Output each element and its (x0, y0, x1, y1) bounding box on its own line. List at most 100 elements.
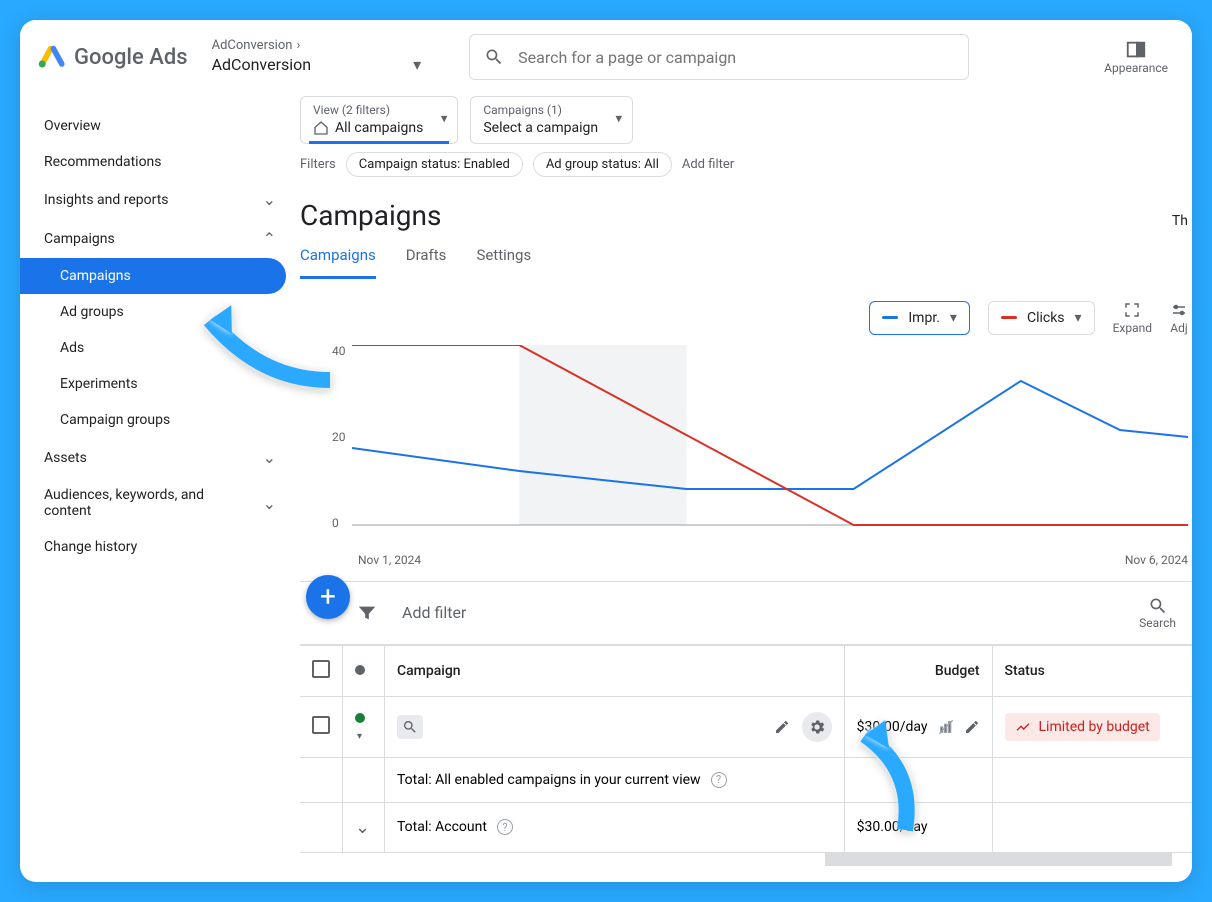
settings-gear[interactable] (802, 712, 832, 742)
col-status[interactable]: Status (992, 645, 1192, 696)
swatch-red (1001, 316, 1017, 319)
google-ads-icon (38, 43, 66, 71)
adjust-icon (1170, 301, 1188, 319)
table-row[interactable]: ▾ (300, 696, 1192, 757)
swatch-blue (882, 316, 898, 319)
expand-button[interactable]: Expand (1113, 301, 1152, 335)
tab-settings[interactable]: Settings (476, 246, 531, 279)
search-input[interactable] (516, 47, 954, 68)
sidebar-item-audiences[interactable]: Audiences, keywords, and content ⌄ (20, 477, 300, 529)
view-selector[interactable]: View (2 filters) All campaigns ▾ (300, 96, 458, 144)
col-campaign[interactable]: Campaign (385, 645, 845, 696)
clipped-text: Th (1172, 213, 1192, 229)
sidebar-sub-campaigns[interactable]: Campaigns (20, 258, 286, 294)
sidebar-sub-ads[interactable]: Ads (20, 330, 300, 366)
product-logo: Google Ads (38, 43, 188, 71)
table-search[interactable]: Search (1139, 596, 1176, 630)
status-badge[interactable]: Limited by budget (1005, 713, 1160, 741)
sidebar-sub-ad-groups[interactable]: Ad groups (20, 294, 300, 330)
status-text: Limited by budget (1039, 719, 1150, 735)
table-search-label: Search (1139, 616, 1176, 630)
total-account-budget: $30.00/day (857, 819, 928, 835)
expand-icon (1123, 301, 1141, 319)
view-row: View (2 filters) All campaigns ▾ Campaig… (300, 96, 1192, 152)
pencil-icon[interactable] (964, 719, 980, 735)
caret-down-icon: ▾ (357, 731, 362, 742)
trend-icon (1015, 719, 1031, 735)
sidebar-item-insights[interactable]: Insights and reports ⌄ (20, 180, 300, 219)
account-breadcrumb: AdConversion (212, 38, 293, 54)
view-selector-label: View (2 filters) (313, 103, 423, 119)
caret-down-icon: ▾ (616, 111, 623, 128)
campaign-selector[interactable]: Campaigns (1) Select a campaign ▾ (470, 96, 633, 144)
chevron-down-icon[interactable]: ⌄ (355, 817, 370, 838)
chevron-down-icon: ⌄ (263, 494, 276, 513)
campaign-name-redacted (433, 716, 764, 738)
campaign-selector-label: Campaigns (1) (483, 103, 598, 119)
line-chart: 40 20 0 (300, 345, 1192, 545)
search-icon (1148, 596, 1168, 616)
filters-row: Filters Campaign status: Enabled Ad grou… (300, 152, 1192, 191)
chart-off-icon[interactable] (938, 719, 954, 735)
topbar: Google Ads AdConversion › AdConversion ▾… (20, 20, 1192, 90)
table-add-filter[interactable]: Add filter (402, 603, 466, 622)
add-filter-link[interactable]: Add filter (682, 157, 734, 172)
adjust-button[interactable]: Adj (1170, 301, 1188, 335)
filter-pill-status[interactable]: Campaign status: Enabled (346, 152, 523, 177)
account-name: AdConversion (212, 55, 312, 74)
pencil-icon[interactable] (774, 719, 790, 735)
caret-down-icon: ▾ (1075, 310, 1082, 326)
appearance-label: Appearance (1104, 61, 1168, 75)
caret-down-icon: ▾ (441, 111, 448, 128)
search-box[interactable] (469, 34, 969, 80)
total-account-label: Total: Account (397, 819, 487, 835)
gear-icon (808, 718, 826, 736)
sidebar-sub-campaign-groups[interactable]: Campaign groups (20, 402, 300, 438)
x-end: Nov 6, 2024 (1125, 553, 1188, 567)
chart-x-labels: Nov 1, 2024 Nov 6, 2024 (358, 553, 1192, 567)
help-icon[interactable]: ? (711, 772, 727, 788)
horizontal-scrollbar[interactable] (825, 852, 1172, 866)
caret-down-icon: ▾ (413, 55, 421, 74)
brand-text: Google Ads (74, 45, 188, 70)
expand-label: Expand (1113, 321, 1152, 335)
tab-campaigns[interactable]: Campaigns (300, 246, 376, 279)
sidebar-item-assets[interactable]: Assets ⌄ (20, 438, 300, 477)
help-icon[interactable]: ? (497, 819, 513, 835)
row-checkbox[interactable] (312, 716, 330, 734)
sidebar-item-change-history[interactable]: Change history (20, 529, 300, 565)
status-dot-enabled[interactable] (355, 713, 365, 723)
chevron-down-icon: ⌄ (263, 448, 276, 467)
total-view-label: Total: All enabled campaigns in your cur… (397, 772, 701, 788)
filter-pill-adgroup[interactable]: Ad group status: All (533, 152, 672, 177)
chart-series-impr (352, 381, 1188, 489)
metric1-selector[interactable]: Impr. ▾ (869, 301, 970, 335)
page-title: Campaigns (300, 199, 441, 232)
chevron-right-icon: › (296, 38, 300, 54)
sidebar-item-overview[interactable]: Overview (20, 108, 300, 144)
tabs: Campaigns Drafts Settings (300, 246, 1192, 279)
x-start: Nov 1, 2024 (358, 553, 421, 567)
sidebar-sub-experiments[interactable]: Experiments (20, 366, 300, 402)
main: View (2 filters) All campaigns ▾ Campaig… (300, 90, 1192, 882)
caret-down-icon: ▾ (950, 310, 957, 326)
metric2-selector[interactable]: Clicks ▾ (988, 301, 1095, 335)
filter-icon[interactable] (356, 602, 378, 624)
select-all-checkbox[interactable] (312, 660, 330, 678)
search-icon (484, 47, 504, 67)
col-budget[interactable]: Budget (844, 645, 992, 696)
sidebar-item-recommendations[interactable]: Recommendations (20, 144, 300, 180)
appearance-toggle[interactable]: Appearance (1104, 39, 1168, 75)
create-fab[interactable]: + (306, 575, 350, 619)
appearance-icon (1125, 39, 1147, 61)
app-window: Google Ads AdConversion › AdConversion ▾… (20, 20, 1192, 882)
metric1-label: Impr. (908, 310, 940, 326)
tab-drafts[interactable]: Drafts (406, 246, 447, 279)
row-budget: $30.00/day (857, 719, 928, 735)
y-tick-0: 0 (332, 516, 339, 530)
chevron-down-icon: ⌄ (263, 190, 276, 209)
adjust-label: Adj (1170, 321, 1187, 335)
sidebar-item-campaigns[interactable]: Campaigns ⌃ (20, 219, 300, 258)
account-selector[interactable]: AdConversion › AdConversion ▾ (212, 38, 422, 76)
table-header-row: Campaign Budget Status (300, 645, 1192, 696)
